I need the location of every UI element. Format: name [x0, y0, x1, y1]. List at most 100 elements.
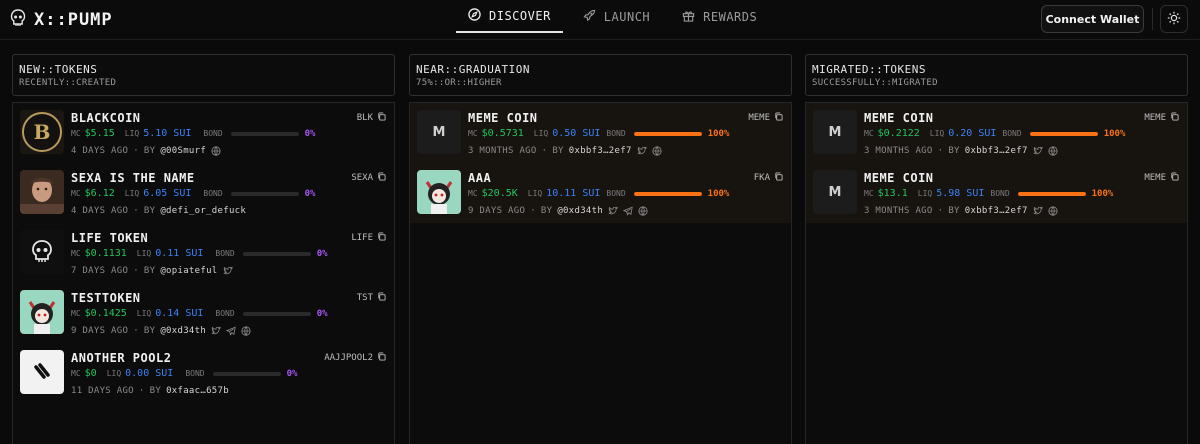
token-ticker[interactable]: FKA [754, 172, 783, 184]
token-ticker[interactable]: AAJJPOOL2 [324, 352, 386, 364]
twitter-icon[interactable] [637, 146, 647, 156]
token-card[interactable]: M MEME COIN MEME MC $0.2122 LIQ 0.20 SUI BOND 10… [806, 103, 1187, 163]
tab-launch[interactable]: LAUNCH [571, 0, 662, 33]
creator-handle[interactable]: 0xbbf3…2ef7 [569, 146, 632, 156]
meta-separator: · [937, 206, 944, 216]
column-header-migrated-tokens: MIGRATED::TOKENS SUCCESSFULLY::MIGRATED [805, 54, 1188, 96]
meta-separator: · [530, 206, 536, 216]
column-header-near-graduation: NEAR::GRADUATION 75%::OR::HIGHER [409, 54, 792, 96]
globe-icon[interactable] [638, 206, 648, 216]
meta-separator: · [133, 146, 139, 156]
token-stats: MC $20.5K LIQ 10.11 SUI BOND 100% [468, 188, 729, 199]
globe-icon[interactable] [211, 146, 221, 156]
token-ticker[interactable]: MEME [1144, 112, 1179, 124]
twitter-icon[interactable] [211, 326, 221, 336]
bond-progress-bar [1017, 191, 1086, 196]
token-meta: 7 DAYS AGO · BY @opiateful [71, 266, 233, 276]
anime-character-avatar [417, 170, 461, 214]
token-age: 9 DAYS AGO [71, 326, 129, 336]
avatar-letter: M [432, 124, 446, 140]
copy-icon[interactable] [377, 352, 386, 364]
token-ticker[interactable]: MEME [1144, 172, 1179, 184]
telegram-icon[interactable] [623, 206, 633, 216]
creator-handle[interactable]: @defi_or_defuck [160, 206, 246, 216]
token-card[interactable]: SEXA IS THE NAME SEXA MC $6.12 LIQ 6.05 SUI BO… [13, 163, 394, 223]
creator-handle[interactable]: @opiateful [160, 266, 217, 276]
copy-icon[interactable] [774, 112, 783, 124]
token-meta: 3 MONTHS AGO · BY 0xbbf3…2ef7 [864, 206, 1058, 216]
token-stats: MC $6.12 LIQ 6.05 SUI BOND 0% [71, 188, 315, 199]
connect-wallet-button[interactable]: Connect Wallet [1041, 5, 1144, 33]
column-title: NEW::TOKENS [19, 63, 98, 76]
bond-progress-bar [230, 131, 299, 136]
token-name: ANOTHER POOL2 [71, 351, 172, 365]
liquidity-value: 0.20 SUI [948, 128, 997, 139]
mc-label: MC [468, 129, 478, 138]
market-cap-value: $20.5K [481, 188, 518, 199]
main-nav: DISCOVER LAUNCH REWARDS [456, 0, 777, 40]
creator-handle[interactable]: 0xfaac…657b [166, 386, 229, 396]
divider [1152, 8, 1153, 30]
token-card[interactable]: TESTTOKEN TST MC $0.1425 LIQ 0.14 SUI BOND 0% 9 … [13, 283, 394, 343]
token-ticker[interactable]: TST [357, 292, 386, 304]
copy-icon[interactable] [1170, 172, 1179, 184]
globe-icon[interactable] [1048, 146, 1058, 156]
token-card[interactable]: ANOTHER POOL2 AAJJPOOL2 MC $0 LIQ 0.00 SUI BON… [13, 343, 394, 403]
theme-toggle-button[interactable] [1160, 5, 1188, 33]
twitter-icon[interactable] [608, 206, 618, 216]
by-label: BY [149, 386, 162, 396]
bond-label: BOND [606, 189, 626, 198]
gift-icon [682, 9, 695, 25]
globe-icon[interactable] [652, 146, 662, 156]
tab-rewards[interactable]: REWARDS [670, 0, 769, 33]
token-ticker[interactable]: LIFE [351, 232, 386, 244]
token-card[interactable]: B BLACKCOIN BLK MC $5.15 LIQ 5.10 SUI BOND 0% 4 D… [13, 103, 394, 163]
token-ticker[interactable]: MEME [748, 112, 783, 124]
creator-handle[interactable]: 0xbbf3…2ef7 [965, 146, 1028, 156]
token-name: SEXA IS THE NAME [71, 171, 195, 185]
creator-handle[interactable]: @0xd34th [557, 206, 603, 216]
telegram-icon[interactable] [226, 326, 236, 336]
token-name: AAA [468, 171, 492, 185]
bond-progress-bar [212, 371, 281, 376]
token-ticker[interactable]: SEXA [351, 172, 386, 184]
token-ticker[interactable]: BLK [357, 112, 386, 124]
globe-icon[interactable] [1048, 206, 1058, 216]
column-subtitle: RECENTLY::CREATED [19, 78, 117, 88]
bond-progress-bar [633, 191, 702, 196]
copy-icon[interactable] [774, 172, 783, 184]
liq-label: LIQ [917, 189, 933, 198]
copy-icon[interactable] [377, 292, 386, 304]
copy-icon[interactable] [377, 172, 386, 184]
token-card[interactable]: LIFE TOKEN LIFE MC $0.1131 LIQ 0.11 SUI BOND 0%… [13, 223, 394, 283]
copy-icon[interactable] [377, 112, 386, 124]
creator-handle[interactable]: 0xbbf3…2ef7 [965, 206, 1028, 216]
bond-percent: 100% [707, 128, 730, 139]
token-name: TESTTOKEN [71, 291, 141, 305]
creator-handle[interactable]: @0xd34th [160, 326, 206, 336]
creator-handle[interactable]: @00Smurf [160, 146, 206, 156]
tab-discover[interactable]: DISCOVER [456, 0, 563, 33]
twitter-icon[interactable] [223, 266, 233, 276]
token-name: LIFE TOKEN [71, 231, 149, 245]
copy-icon[interactable] [377, 232, 386, 244]
svg-text:B: B [34, 120, 51, 144]
token-name: MEME COIN [864, 171, 934, 185]
blackcoin-logo: B [20, 110, 64, 154]
mc-label: MC [864, 129, 874, 138]
tab-rewards-label: REWARDS [703, 9, 758, 24]
by-label: BY [948, 206, 960, 216]
token-card[interactable]: M MEME COIN MEME MC $13.1 LIQ 5.98 SUI BOND 100%… [806, 163, 1187, 223]
token-name: MEME COIN [864, 111, 934, 125]
token-placeholder-avatar: M [813, 170, 857, 214]
copy-icon[interactable] [1170, 112, 1179, 124]
ticker-label: FKA [753, 173, 770, 183]
token-card[interactable]: M MEME COIN MEME MC $0.5731 LIQ 0.50 SUI BOND 10… [410, 103, 791, 163]
twitter-icon[interactable] [1033, 206, 1043, 216]
globe-icon[interactable] [241, 326, 251, 336]
bond-progress-fill [1029, 131, 1098, 136]
token-age: 3 MONTHS AGO [864, 146, 933, 156]
logo[interactable]: X::PUMP [10, 9, 113, 31]
twitter-icon[interactable] [1033, 146, 1043, 156]
token-card[interactable]: AAA FKA MC $20.5K LIQ 10.11 SUI BOND 100% 9 DAYS… [410, 163, 791, 223]
